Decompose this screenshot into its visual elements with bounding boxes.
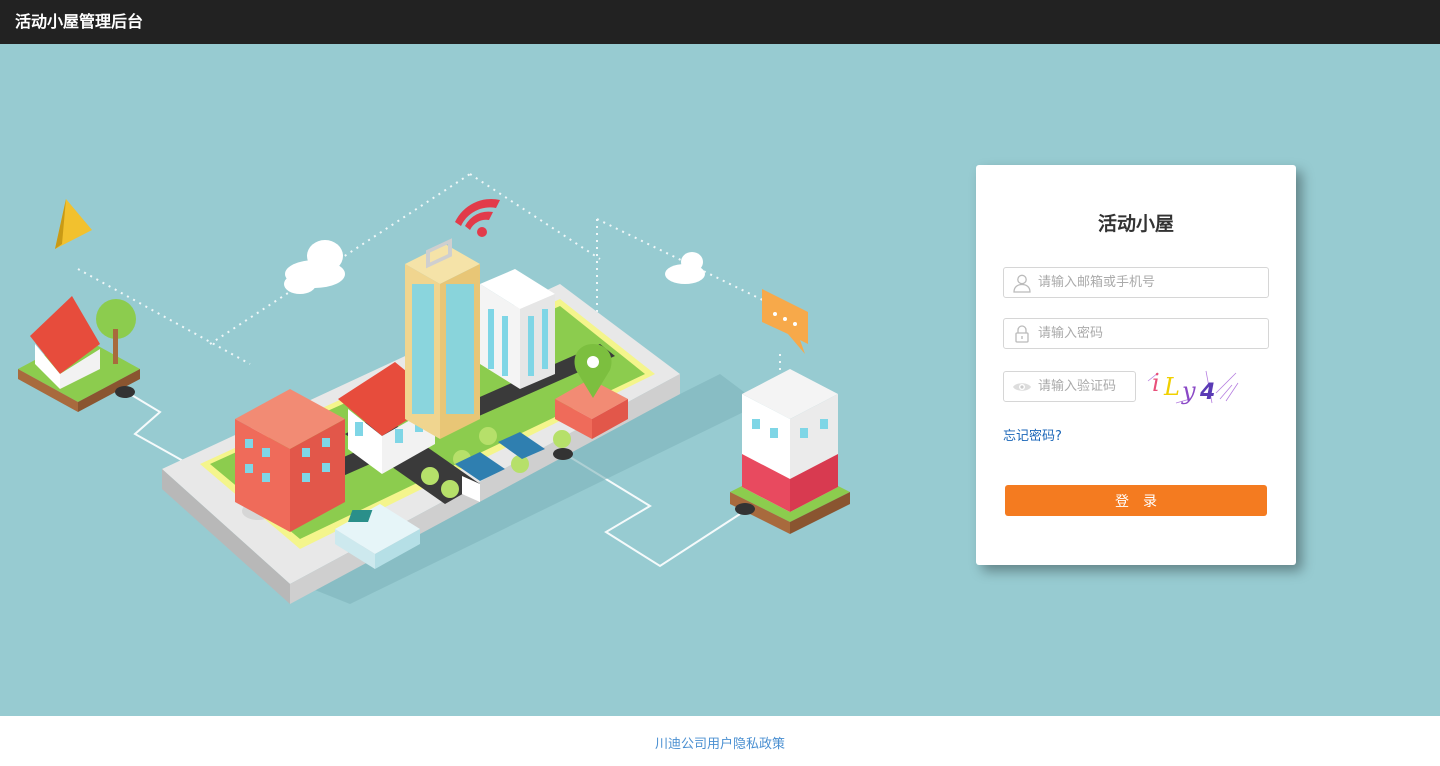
user-icon	[1013, 274, 1031, 293]
login-card: 活动小屋 请输入邮箱或手机号 请输入验证码 i L y 4 iLy4 忘记密码?…	[976, 165, 1296, 565]
login-button[interactable]: 登录	[1005, 485, 1267, 516]
captcha-text: iLy4	[1146, 363, 1148, 364]
footer: 川迪公司用户隐私政策	[0, 716, 1440, 766]
captcha-char-1: i	[1152, 369, 1160, 397]
hero-background: 活动小屋 请输入邮箱或手机号 请输入验证码 i L y 4 iLy4 忘记密码?…	[0, 44, 1440, 716]
captcha-input[interactable]	[1038, 372, 1133, 401]
captcha-char-3: y	[1181, 377, 1196, 405]
password-field[interactable]	[1003, 318, 1269, 349]
captcha-field[interactable]	[1003, 371, 1136, 402]
privacy-policy-link[interactable]: 川迪公司用户隐私政策	[0, 733, 1440, 752]
eye-icon	[1013, 383, 1031, 391]
login-title: 活动小屋	[1097, 213, 1174, 235]
forgot-password-link[interactable]: 忘记密码?	[1003, 425, 1062, 444]
captcha-image[interactable]: i L y 4 iLy4	[1146, 363, 1242, 409]
app-title: 活动小屋管理后台	[15, 12, 144, 31]
password-input[interactable]	[1038, 319, 1258, 348]
city-illustration	[18, 173, 850, 604]
captcha-char-4: 4	[1199, 380, 1215, 405]
captcha-char-2: L	[1163, 373, 1180, 401]
top-bar: 活动小屋管理后台	[0, 0, 1440, 44]
email-input[interactable]	[1038, 268, 1258, 297]
lock-icon	[1015, 325, 1029, 343]
email-field[interactable]	[1003, 267, 1269, 298]
